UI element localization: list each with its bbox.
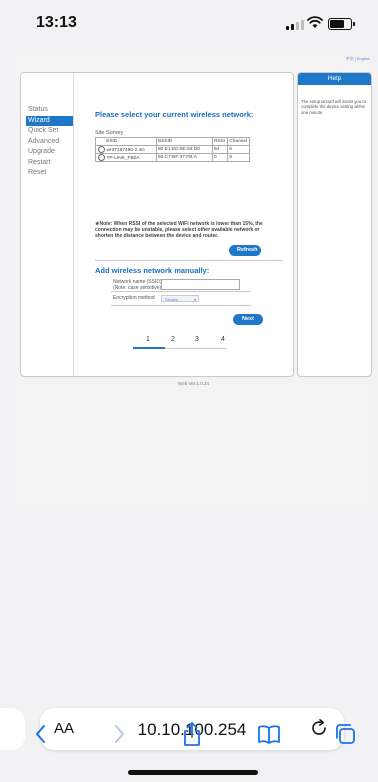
main-panel: Status Wizard Quick Set Advanced Upgrade…	[20, 72, 294, 377]
web-version: Web Ver:1.0.24	[178, 381, 209, 386]
divider	[95, 260, 283, 261]
chevron-down-icon: ▾	[193, 297, 196, 302]
home-indicator	[128, 770, 258, 775]
nav-divider	[73, 73, 74, 376]
wizard-steps: 1 2 3 4	[133, 333, 243, 353]
add-network-heading: Add wireless network manually:	[95, 266, 210, 275]
language-switch: 中文 | English	[346, 56, 370, 62]
table-row[interactable]: TP-LINK_FB0A 50:C7:BF:37:FB:A 0 8	[95, 153, 250, 162]
nav-item-wizard[interactable]: Wizard	[26, 115, 73, 126]
table-cell-rssi: 0	[211, 153, 228, 162]
ssid-text: TP-LINK_FB0A	[106, 155, 140, 161]
nav-item-status[interactable]: Status	[26, 105, 73, 116]
step-2: 2	[171, 336, 175, 343]
battery-icon	[328, 18, 355, 30]
nav-item-quick-set[interactable]: Quick Set	[26, 126, 73, 137]
router-web-page: 中文 | English Status Wizard Quick Set Adv…	[15, 50, 372, 510]
col-ssid: SSID	[95, 137, 157, 146]
col-bssid: BSSID	[155, 137, 213, 146]
nav-item-reset[interactable]: Reset	[26, 168, 73, 179]
table-header-row: SSID BSSID RSSI Channel	[95, 137, 250, 146]
wifi-icon	[307, 16, 323, 28]
divider	[111, 291, 251, 292]
table-cell-channel: 8	[226, 153, 250, 162]
step-3: 3	[195, 336, 199, 343]
network-name-input[interactable]	[161, 279, 240, 290]
nav-item-restart[interactable]: Restart	[26, 158, 73, 169]
step-1: 1	[146, 336, 150, 343]
tabs-icon[interactable]	[333, 722, 357, 746]
status-time: 13:13	[36, 14, 77, 31]
table-cell-channel: 6	[226, 145, 250, 154]
help-title: Help	[298, 73, 371, 85]
nav-item-upgrade[interactable]: Upgrade	[26, 147, 73, 158]
col-rssi: RSSI	[211, 137, 228, 146]
lang-english-link[interactable]: English	[357, 56, 370, 61]
table-cell-bssid: 80:E1:ED:8E:84:D0	[155, 145, 213, 154]
next-button[interactable]: Next	[233, 314, 263, 325]
step-progress-track	[165, 347, 227, 349]
cellular-signal-icon	[286, 20, 304, 30]
divider	[111, 305, 251, 306]
encryption-select[interactable]: Disable ▾	[161, 295, 199, 302]
network-name-label: Network name (SSID) (Note: case sensitiv…	[113, 279, 162, 291]
step-progress-active	[133, 347, 165, 349]
step-4: 4	[221, 336, 225, 343]
network-radio[interactable]	[97, 154, 105, 161]
site-survey-title: Site Survey	[95, 130, 124, 136]
help-text: The setup wizard will assist you to comp…	[301, 99, 366, 115]
help-panel: Help The setup wizard will assist you to…	[297, 72, 372, 377]
table-cell-ssid: TP-LINK_FB0A	[95, 153, 157, 162]
safari-toolbar	[0, 722, 378, 758]
nav-item-advanced[interactable]: Advanced	[26, 137, 73, 148]
wizard-heading: Please select your current wireless netw…	[95, 110, 254, 119]
refresh-button[interactable]: Refresh	[229, 245, 261, 256]
forward-icon[interactable]	[110, 722, 128, 746]
network-radio[interactable]	[97, 146, 105, 153]
table-cell-rssi: 64	[211, 145, 228, 154]
back-icon[interactable]	[32, 722, 50, 746]
rssi-note: ★Note: When RSSI of the selected WiFi ne…	[95, 221, 263, 240]
share-icon[interactable]	[181, 720, 203, 748]
ssid-text: wr37197490-2.4G	[106, 147, 145, 153]
table-cell-bssid: 50:C7:BF:37:FB:A	[155, 153, 213, 162]
encryption-value: Disable	[165, 297, 179, 302]
bookmarks-icon[interactable]	[256, 722, 282, 746]
encryption-label: Encryption method	[113, 295, 155, 301]
status-bar: 13:13	[0, 0, 378, 44]
site-survey-table: SSID BSSID RSSI Channel wr37197490-2.4G …	[95, 137, 250, 162]
sidebar-nav: Status Wizard Quick Set Advanced Upgrade…	[26, 105, 73, 179]
col-channel: Channel	[226, 137, 250, 146]
table-cell-ssid: wr37197490-2.4G	[95, 145, 157, 154]
lang-chinese-link[interactable]: 中文	[346, 56, 354, 61]
table-row[interactable]: wr37197490-2.4G 80:E1:ED:8E:84:D0 64 6	[95, 145, 250, 154]
